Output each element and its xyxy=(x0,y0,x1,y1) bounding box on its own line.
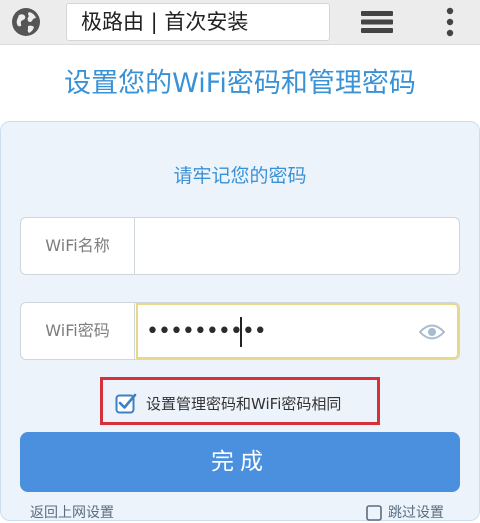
wifi-name-label: WiFi名称 xyxy=(21,218,135,274)
eye-icon[interactable] xyxy=(419,322,445,342)
card-subtitle: 请牢记您的密码 xyxy=(173,165,307,187)
password-masked-value: •••••••••• xyxy=(146,319,267,344)
wifi-password-field: WiFi密码 •••••••••• xyxy=(20,302,460,360)
tabs-icon[interactable] xyxy=(360,10,394,34)
address-bar[interactable]: 极路由 | 首次安装 xyxy=(66,3,330,41)
address-text: 极路由 | 首次安装 xyxy=(81,10,249,34)
wifi-name-input[interactable] xyxy=(136,218,459,274)
more-vertical-icon[interactable] xyxy=(440,6,460,38)
finish-button[interactable]: 完成 xyxy=(20,432,460,492)
wifi-password-label: WiFi密码 xyxy=(21,303,135,359)
wifi-name-field: WiFi名称 xyxy=(20,217,460,275)
checkbox-checked-icon[interactable] xyxy=(115,392,137,414)
skip-link[interactable]: 跳过设置 xyxy=(388,503,444,523)
wifi-password-input[interactable]: •••••••••• xyxy=(136,303,459,359)
back-link[interactable]: 返回上网设置 xyxy=(30,503,114,523)
skip-icon xyxy=(366,505,382,521)
same-password-checkbox[interactable]: 设置管理密码和WiFi密码相同 xyxy=(115,390,341,416)
skip-setup[interactable]: 跳过设置 xyxy=(366,503,444,523)
page-title: 设置您的WiFi密码和管理密码 xyxy=(64,68,416,99)
same-password-label: 设置管理密码和WiFi密码相同 xyxy=(146,394,342,413)
text-cursor xyxy=(240,317,242,347)
globe-icon[interactable] xyxy=(10,6,42,38)
browser-toolbar: 极路由 | 首次安装 xyxy=(0,0,480,45)
